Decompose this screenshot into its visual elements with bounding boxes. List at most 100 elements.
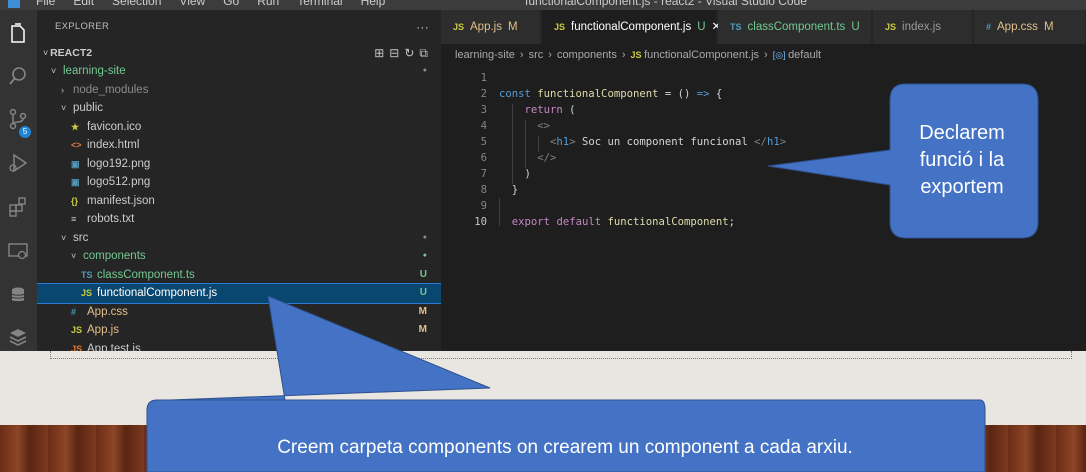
workspace-root[interactable]: ˅ REACT2 ⊞⊟↻⧉ [37,44,441,63]
tab-bar: JS App.js M JS functionalComponent.js U ✕ TS cla… [441,10,1086,44]
folder-item[interactable]: ˅ public [37,99,441,118]
title-bar: File Edit Selection View Go Run Terminal Help f… [0,0,1086,10]
file-type-icon: JS [453,22,465,32]
file-item[interactable]: # App.css M [37,303,441,322]
menu-run[interactable]: Run [257,0,279,8]
file-item[interactable]: {} manifest.json [37,192,441,211]
files-icon[interactable] [7,23,29,45]
file-item[interactable]: ▣ logo192.png [37,155,441,174]
symbol-variable-icon: [◎] [772,50,789,60]
tree-item-label: index.html [87,139,140,151]
file-type-icon: JS [885,22,897,32]
tree-item-label: favicon.ico [87,120,142,133]
breadcrumb-item[interactable]: default [788,49,821,61]
remote-explorer-icon[interactable] [7,240,29,262]
menu-edit[interactable]: Edit [73,0,94,8]
tab-app-css[interactable]: # App.css M [974,10,1086,44]
file-type-icon: JS [71,343,83,352]
database-icon[interactable] [7,284,29,306]
root-actions: ⊞⊟↻⧉ [374,44,433,63]
breadcrumb-item[interactable]: src [529,49,544,61]
scm-badge: 5 [19,126,31,138]
more-actions-icon[interactable]: ··· [416,10,429,44]
collapse-all-icon[interactable]: ⧉ [419,46,433,60]
git-status-badge: ● [422,252,427,259]
folder-item[interactable]: ˅ components ● [37,247,441,266]
folder-item[interactable]: ˅ learning-site ● [37,62,441,81]
menu-view[interactable]: View [179,0,205,8]
file-item[interactable]: ▣ logo512.png [37,173,441,192]
code-line[interactable]: 2 const functionalComponent = () => { [441,86,1086,102]
breadcrumb: learning-site › src › components › JS function… [455,44,821,66]
file-type-icon: # [986,22,992,32]
code-line[interactable]: 1 [441,70,1086,86]
tab-functionalcomponent-js[interactable]: JS functionalComponent.js U ✕ [542,10,721,44]
tab-label: index.js [902,21,942,33]
window-title: functionalComponent.js - react2 - Visual… [525,0,807,8]
file-item[interactable]: <> index.html [37,136,441,155]
file-item[interactable]: ★ favicon.ico [37,118,441,137]
tree-item-label: src [73,231,89,244]
file-type-icon: ▣ [71,177,80,187]
tree-item-label: public [73,102,104,114]
tab-label: App.css [997,21,1038,33]
activity-bar: 5 [0,10,37,351]
extensions-icon[interactable] [7,196,29,218]
file-type-icon: ≡ [71,214,77,224]
chevron-right-icon: › [61,84,64,95]
chevron-down-icon: ˅ [61,232,67,243]
callout-right-text: Declarem funció i la exportem [919,122,1005,198]
tree-item-label: robots.txt [87,213,135,225]
git-status-badge: ● [422,233,427,241]
menu-file[interactable]: File [36,0,55,8]
tab-index-js[interactable]: JS index.js [873,10,973,44]
chevron-down-icon: ˅ [71,251,77,261]
callout-bottom-text: Creem carpeta components on crearem un c… [277,437,853,458]
file-item[interactable]: JS App.test.js [37,340,441,352]
code-line[interactable]: 3 return ( [441,102,1086,118]
tree-item-label: classComponent.ts [97,268,195,281]
tab-classcomponent-ts[interactable]: TS classComponent.ts U [718,10,872,44]
tab-label: classComponent.ts [747,21,846,33]
menu-selection[interactable]: Selection [112,0,161,8]
breadcrumb-item[interactable]: functionalComponent.js [644,49,759,61]
menu-terminal[interactable]: Terminal [297,0,342,8]
tree-item-label: App.test.js [87,342,141,352]
file-item[interactable]: ≡ robots.txt [37,210,441,229]
tree-item-label: node_modules [73,83,149,96]
menu-go[interactable]: Go [223,0,239,8]
file-item[interactable]: JS functionalComponent.js U [37,283,441,304]
refresh-icon[interactable]: ↻ [404,46,419,60]
packages-icon[interactable] [7,326,29,348]
breadcrumb-separator-icon: › [548,49,552,61]
breadcrumb-item[interactable]: components [557,49,617,61]
menu-help[interactable]: Help [361,0,386,8]
new-folder-icon[interactable]: ⊟ [389,46,404,60]
git-status-badge: U [419,268,427,280]
git-status-badge: ● [422,67,427,74]
new-file-icon[interactable]: ⊞ [374,46,389,60]
search-icon[interactable] [7,65,29,87]
breadcrumb-separator-icon: › [764,49,768,61]
tab-status: U [697,21,706,33]
file-type-icon: {} [71,195,79,206]
file-item[interactable]: JS App.js M [37,321,441,340]
tree-item-label: components [83,250,146,262]
tab-status: M [507,21,518,33]
file-type-icon: JS [81,288,93,298]
folder-item[interactable]: › node_modules [37,81,441,100]
chevron-down-icon: ˅ [43,48,49,58]
breadcrumb-item[interactable]: learning-site [455,49,515,61]
git-status-badge: M [418,324,427,335]
explorer-title: EXPLORER [55,21,110,32]
file-item[interactable]: TS classComponent.ts U [37,266,441,285]
chevron-down-icon: ˅ [61,103,67,113]
code-line[interactable]: 10 export default functionalComponent; [441,214,1086,230]
chevron-down-icon: ˅ [51,66,57,76]
folder-item[interactable]: ˅ src ● [37,229,441,248]
tab-app-js[interactable]: JS App.js M [441,10,541,44]
run-debug-icon[interactable] [7,152,29,174]
file-type-icon: <> [71,140,82,150]
menu-bar: File Edit Selection View Go Run Terminal Help [36,0,403,8]
tab-label: functionalComponent.js [571,21,692,33]
